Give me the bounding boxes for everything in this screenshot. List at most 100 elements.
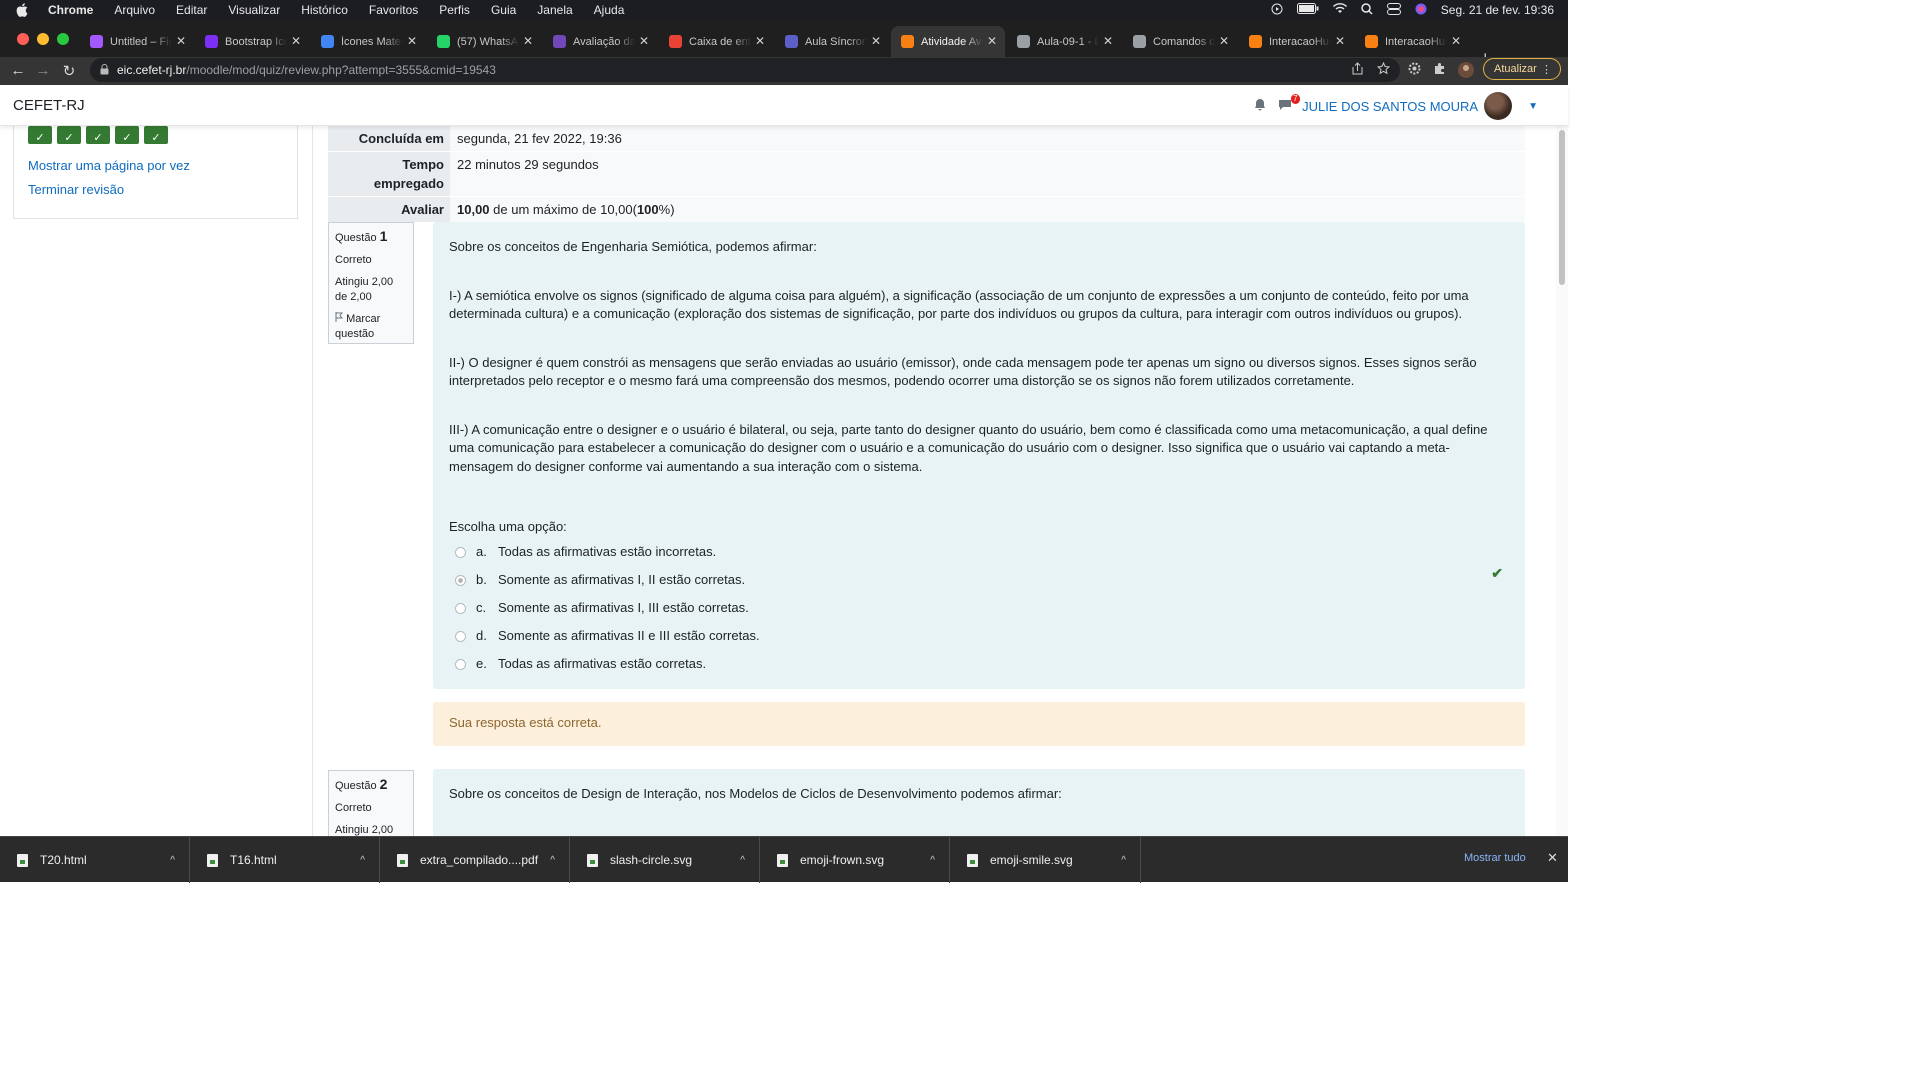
notifications-bell-icon[interactable] [1254, 98, 1266, 114]
browser-tab[interactable]: Avaliação da Disciplina ✕ [543, 26, 657, 57]
show-all-downloads-link[interactable]: Mostrar tudo [1464, 852, 1526, 864]
download-item[interactable]: T20.html ^ [0, 837, 190, 883]
quiz-nav-question-2[interactable]: ✓ [57, 126, 81, 144]
close-tab-icon[interactable]: ✕ [1335, 34, 1345, 48]
answer-radio[interactable] [455, 631, 466, 642]
close-tab-icon[interactable]: ✕ [176, 34, 186, 48]
bookmark-star-icon[interactable] [1376, 61, 1391, 78]
close-tab-icon[interactable]: ✕ [523, 34, 533, 48]
wifi-icon[interactable] [1332, 3, 1347, 17]
close-tab-icon[interactable]: ✕ [987, 34, 997, 48]
menu-arquivo[interactable]: Arquivo [114, 3, 155, 17]
browser-tab[interactable]: Comandos de ✕ [1123, 26, 1237, 57]
answer-option[interactable]: c. Somente as afirmativas I, III estão co… [449, 595, 1509, 623]
site-brand[interactable]: CEFET-RJ [13, 97, 85, 114]
address-bar[interactable]: eic.cefet-rj.br/moodle/mod/quiz/review.p… [90, 58, 1400, 82]
extension-gear-icon[interactable] [1408, 62, 1421, 81]
page-scrollbar[interactable] [1556, 126, 1568, 836]
battery-icon[interactable] [1296, 3, 1319, 17]
close-tab-icon[interactable]: ✕ [639, 34, 649, 48]
quiz-nav-question-1[interactable]: ✓ [28, 126, 52, 144]
answer-option[interactable]: d. Somente as afirmativas II e III estão … [449, 623, 1509, 651]
download-item[interactable]: emoji-frown.svg ^ [760, 837, 950, 883]
maximize-window-button[interactable] [57, 33, 69, 45]
menu-perfis[interactable]: Perfis [439, 3, 470, 17]
close-downloads-icon[interactable]: ✕ [1547, 850, 1558, 866]
menu-app-name[interactable]: Chrome [48, 3, 93, 17]
menu-janela[interactable]: Janela [537, 3, 572, 17]
chevron-up-icon[interactable]: ^ [360, 855, 365, 866]
answer-radio[interactable] [455, 603, 466, 614]
lock-icon[interactable] [100, 63, 109, 78]
siri-icon[interactable] [1415, 3, 1427, 18]
answer-option[interactable]: b. Somente as afirmativas I, II estão cor… [449, 567, 1509, 595]
grade-value: 10,00 [457, 202, 490, 217]
user-avatar[interactable] [1484, 92, 1513, 120]
browser-tab[interactable]: InteracaoHumana ✕ [1355, 26, 1469, 57]
browser-tab[interactable]: Atividade Avaliativa ✕ [891, 26, 1005, 57]
chevron-up-icon[interactable]: ^ [550, 855, 555, 866]
extensions-puzzle-icon[interactable] [1433, 62, 1446, 81]
chevron-up-icon[interactable]: ^ [740, 855, 745, 866]
messages-chat-icon[interactable]: 7 [1278, 94, 1300, 114]
summary-value: 10,00 de um máximo de 10,00(100%) [450, 197, 1525, 222]
forward-arrow-icon[interactable]: → [34, 62, 52, 79]
close-tab-icon[interactable]: ✕ [871, 34, 881, 48]
menu-favoritos[interactable]: Favoritos [369, 3, 418, 17]
user-menu-name[interactable]: JULIE DOS SANTOS MOURA [1302, 99, 1478, 114]
share-icon[interactable] [1352, 62, 1363, 78]
back-arrow-icon[interactable]: ← [9, 62, 27, 79]
menu-ajuda[interactable]: Ajuda [594, 3, 625, 17]
chevron-up-icon[interactable]: ^ [1121, 855, 1126, 866]
apple-logo-icon[interactable] [16, 3, 30, 17]
download-item[interactable]: emoji-smile.svg ^ [950, 837, 1141, 883]
play-status-icon[interactable] [1271, 3, 1283, 18]
scrollbar-thumb[interactable] [1559, 130, 1565, 285]
download-item[interactable]: slash-circle.svg ^ [570, 837, 760, 883]
user-menu-caret-icon[interactable]: ▼ [1528, 101, 1538, 112]
quiz-nav-question-4[interactable]: ✓ [115, 126, 139, 144]
update-chrome-button[interactable]: Atualizar ⋮ [1483, 58, 1561, 80]
control-center-icon[interactable] [1386, 2, 1401, 18]
browser-tab[interactable]: (57) WhatsApp ✕ [427, 26, 541, 57]
close-tab-icon[interactable]: ✕ [1103, 34, 1113, 48]
browser-tab[interactable]: Ícones Material ✕ [311, 26, 425, 57]
chevron-up-icon[interactable]: ^ [170, 855, 175, 866]
answer-option[interactable]: e. Todas as afirmativas estão corretas. [449, 651, 1509, 679]
menu-editar[interactable]: Editar [176, 3, 207, 17]
close-tab-icon[interactable]: ✕ [291, 34, 301, 48]
browser-tab[interactable]: InteracaoHumana ✕ [1239, 26, 1353, 57]
chevron-up-icon[interactable]: ^ [930, 855, 935, 866]
browser-tab[interactable]: Aula Síncrona ✕ [775, 26, 889, 57]
answer-option[interactable]: a. Todas as afirmativas estão incorretas. [449, 539, 1509, 567]
spotlight-search-icon[interactable] [1361, 2, 1373, 18]
flag-question-link[interactable]: Marcar questão [335, 312, 407, 342]
close-tab-icon[interactable]: ✕ [407, 34, 417, 48]
answer-radio[interactable] [455, 575, 466, 586]
close-tab-icon[interactable]: ✕ [1219, 34, 1229, 48]
close-tab-icon[interactable]: ✕ [755, 34, 765, 48]
answer-radio[interactable] [455, 547, 466, 558]
minimize-window-button[interactable] [37, 33, 49, 45]
profile-avatar-icon[interactable] [1458, 62, 1474, 81]
close-window-button[interactable] [17, 33, 29, 45]
menu-visualizar[interactable]: Visualizar [228, 3, 280, 17]
finish-review-link[interactable]: Terminar revisão [28, 182, 124, 197]
reload-icon[interactable]: ↻ [60, 62, 78, 80]
browser-tab[interactable]: Untitled – Figma ✕ [80, 26, 194, 57]
browser-tab[interactable]: Aula-09-1 - Design ✕ [1007, 26, 1121, 57]
browser-tab[interactable]: Caixa de entrada ✕ [659, 26, 773, 57]
quiz-nav-question-3[interactable]: ✓ [86, 126, 110, 144]
browser-tab[interactable]: Bootstrap Icons ✕ [195, 26, 309, 57]
menubar-clock[interactable]: Seg. 21 de fev. 19:36 [1441, 3, 1554, 17]
kebab-menu-icon[interactable]: ⋮ [1541, 63, 1552, 76]
download-item[interactable]: T16.html ^ [190, 837, 380, 883]
menu-guia[interactable]: Guia [491, 3, 516, 17]
quiz-nav-question-5[interactable]: ✓ [144, 126, 168, 144]
menu-historico[interactable]: Histórico [301, 3, 348, 17]
answer-radio[interactable] [455, 659, 466, 670]
show-one-page-link[interactable]: Mostrar uma página por vez [28, 158, 190, 173]
close-tab-icon[interactable]: ✕ [1451, 34, 1461, 48]
download-item[interactable]: extra_compilado....pdf ^ [380, 837, 570, 883]
teams-icon [785, 35, 798, 48]
